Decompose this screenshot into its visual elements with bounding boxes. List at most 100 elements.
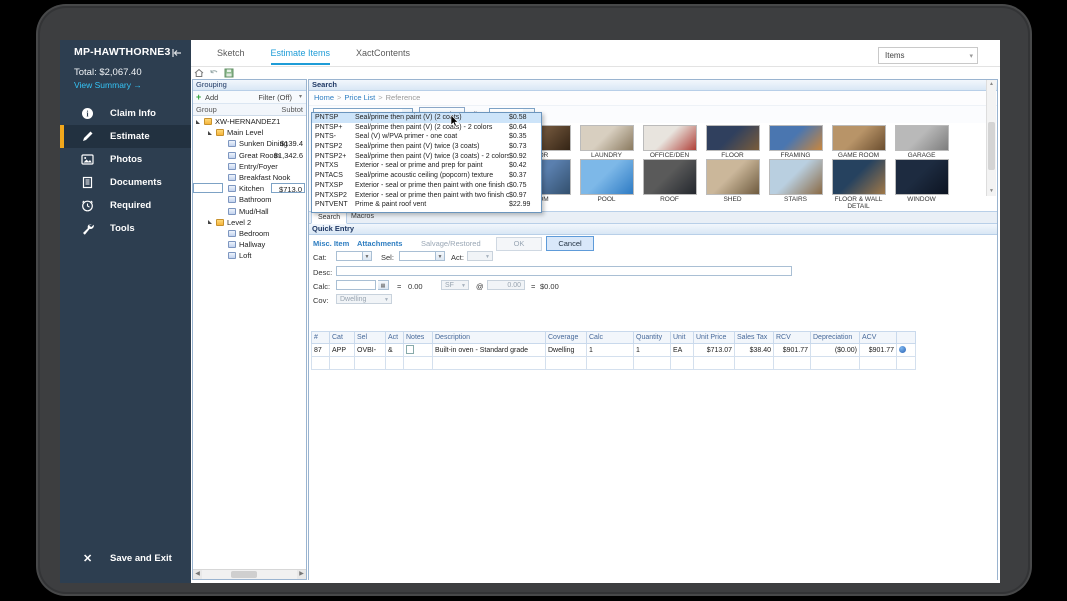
sel-dropdown-icon[interactable]: ▼	[436, 251, 445, 261]
grouping-filter-dropdown[interactable]: Filter (Off)	[258, 93, 292, 102]
tree-item-great-room[interactable]: Great Room$1,342.6	[193, 150, 306, 161]
category-image	[832, 159, 886, 195]
scroll-up-icon[interactable]: ▲	[987, 80, 996, 89]
attachments-link[interactable]: Attachments	[357, 239, 402, 248]
breadcrumb-price-list[interactable]: Price List	[344, 93, 375, 102]
sidebar-item-claim-info[interactable]: iClaim Info	[60, 102, 191, 125]
result-row-pntsp2[interactable]: PNTSP2+Seal/prime then paint (V) twice (…	[312, 152, 541, 162]
calc-input[interactable]	[336, 280, 376, 290]
result-row-pntsp[interactable]: PNTSPSeal/prime then paint (V) (2 coats)…	[312, 113, 541, 123]
vertical-scrollbar[interactable]: ▲ ▼	[986, 80, 996, 196]
scroll-right-icon[interactable]: ▶	[297, 570, 306, 579]
sidebar-item-photos[interactable]: Photos	[60, 148, 191, 171]
sel-input[interactable]	[399, 251, 436, 261]
category-floor-wall-detail[interactable]: FLOOR & WALL DETAIL	[827, 159, 890, 210]
result-row-pntsp[interactable]: PNTSP+Seal/prime then paint (V) (2 coats…	[312, 123, 541, 133]
coverage-select[interactable]: Dwelling▼	[336, 294, 392, 304]
desc-input[interactable]	[336, 266, 792, 276]
cell-empty	[330, 357, 355, 370]
calculator-icon[interactable]: ▦	[378, 280, 389, 290]
sidebar-item-estimate[interactable]: Estimate	[60, 125, 191, 148]
view-summary-link[interactable]: View Summary →	[74, 80, 142, 90]
pane-tab-macros[interactable]: Macros	[345, 212, 380, 222]
expander-icon[interactable]	[196, 120, 200, 124]
horizontal-scrollbar[interactable]: ◀ ▶	[193, 569, 306, 579]
tree-item-bathroom[interactable]: Bathroom	[193, 194, 306, 205]
cell-unit-price: $713.07	[694, 344, 735, 357]
cell-empty	[433, 357, 546, 370]
result-code: PNTSP2	[312, 142, 355, 152]
category-window[interactable]: WINDOW	[890, 159, 953, 210]
tree-item-mud-hall[interactable]: Mud/Hall	[193, 206, 306, 217]
category-garage[interactable]: GARAGE	[890, 125, 953, 159]
scrollbar-thumb[interactable]	[231, 571, 257, 578]
tree-item-main-level[interactable]: Main Level	[193, 127, 306, 138]
tab-estimate-items[interactable]: Estimate Items	[271, 48, 331, 65]
tree-item-loft[interactable]: Loft	[193, 250, 306, 261]
note-icon[interactable]	[406, 345, 414, 354]
column-header-coverage: Coverage	[546, 332, 587, 344]
save-icon[interactable]	[223, 68, 234, 79]
scroll-down-icon[interactable]: ▼	[987, 187, 996, 196]
inline-edit-box[interactable]	[193, 183, 223, 193]
ok-button[interactable]: OK	[496, 237, 542, 251]
tree-item-level-2[interactable]: Level 2	[193, 217, 306, 228]
category-stairs[interactable]: STAIRS	[764, 159, 827, 210]
main-area: Sketch Estimate Items XactContents Items ▾…	[191, 40, 1000, 583]
category-floor[interactable]: FLOOR	[701, 125, 764, 159]
tab-sketch[interactable]: Sketch	[217, 48, 245, 63]
cancel-button[interactable]: Cancel	[546, 236, 594, 251]
item-flag-icon[interactable]	[899, 346, 906, 353]
tree-item-kitchen[interactable]: Kitchen$713.0	[193, 183, 306, 194]
category-shed[interactable]: SHED	[701, 159, 764, 210]
active-indicator-bar	[60, 194, 64, 217]
tree-item-breakfast-nook[interactable]: Breakfast Nook	[193, 172, 306, 183]
tab-xactcontents[interactable]: XactContents	[356, 48, 410, 63]
misc-item-link[interactable]: Misc. Item	[313, 239, 349, 248]
category-roof[interactable]: ROOF	[638, 159, 701, 210]
table-row-empty[interactable]	[312, 357, 916, 370]
cell-act: &	[386, 344, 404, 357]
folder-icon	[204, 118, 212, 125]
tree-item-bedroom[interactable]: Bedroom	[193, 228, 306, 239]
sidebar-item-required[interactable]: Required	[60, 194, 191, 217]
column-header-quantity: Quantity	[634, 332, 671, 344]
add-group-button[interactable]: Add	[205, 93, 218, 102]
result-row-pntxs[interactable]: PNTXSExterior - seal or prime and prep f…	[312, 161, 541, 171]
breadcrumb-home[interactable]: Home	[314, 93, 334, 102]
result-row-pntxsp2[interactable]: PNTXSP2Exterior - seal or prime then pai…	[312, 191, 541, 201]
tree-item-xw-hernandez1[interactable]: XW-HERNANDEZ1	[193, 116, 306, 127]
cat-input[interactable]	[336, 251, 363, 261]
sidebar-item-documents[interactable]: Documents	[60, 171, 191, 194]
tree-item-sunken-dining[interactable]: Sunken Dining$139.4	[193, 138, 306, 149]
home-icon[interactable]	[193, 68, 204, 79]
cat-dropdown-icon[interactable]: ▼	[363, 251, 372, 261]
result-row-pntxsp[interactable]: PNTXSPExterior - seal or prime then pain…	[312, 181, 541, 191]
category-laundry[interactable]: LAUNDRY	[575, 125, 638, 159]
expander-icon[interactable]	[208, 131, 212, 135]
items-dropdown[interactable]: Items ▾	[878, 47, 978, 64]
save-and-exit-button[interactable]: ✕ Save and Exit	[60, 549, 191, 569]
result-row-pntsp2[interactable]: PNTSP2Seal/prime then paint (V) twice (3…	[312, 142, 541, 152]
tree-item-hallway[interactable]: Hallway	[193, 239, 306, 250]
active-indicator-bar	[60, 217, 64, 240]
category-pool[interactable]: POOL	[575, 159, 638, 210]
tree-item-label: Level 2	[227, 217, 251, 228]
sidebar-item-tools[interactable]: Tools	[60, 217, 191, 240]
category-framing[interactable]: FRAMING	[764, 125, 827, 159]
result-row-pntvent[interactable]: PNTVENTPrime & paint roof vent$22.99	[312, 200, 541, 210]
equals-sign: =	[531, 282, 535, 291]
scrollbar-thumb[interactable]	[988, 122, 995, 170]
category-game-room[interactable]: GAME ROOM	[827, 125, 890, 159]
collapse-sidebar-icon[interactable]	[171, 46, 183, 58]
result-row-pntacs[interactable]: PNTACSSeal/prime acoustic ceiling (popco…	[312, 171, 541, 181]
result-description: Exterior - seal or prime and prep for pa…	[355, 161, 509, 171]
table-row[interactable]: 87APPOVBI-&Built-in oven - Standard grad…	[312, 344, 916, 357]
tree-item-entry-foyer[interactable]: Entry/Foyer	[193, 161, 306, 172]
undo-icon[interactable]	[208, 68, 219, 79]
scroll-left-icon[interactable]: ◀	[193, 570, 202, 579]
category-office-den[interactable]: OFFICE/DEN	[638, 125, 701, 159]
expander-icon[interactable]	[208, 220, 212, 224]
result-row-pnts[interactable]: PNTS-Seal (V) w/PVA primer - one coat$0.…	[312, 132, 541, 142]
inline-edit-box[interactable]: $713.0	[271, 183, 305, 193]
